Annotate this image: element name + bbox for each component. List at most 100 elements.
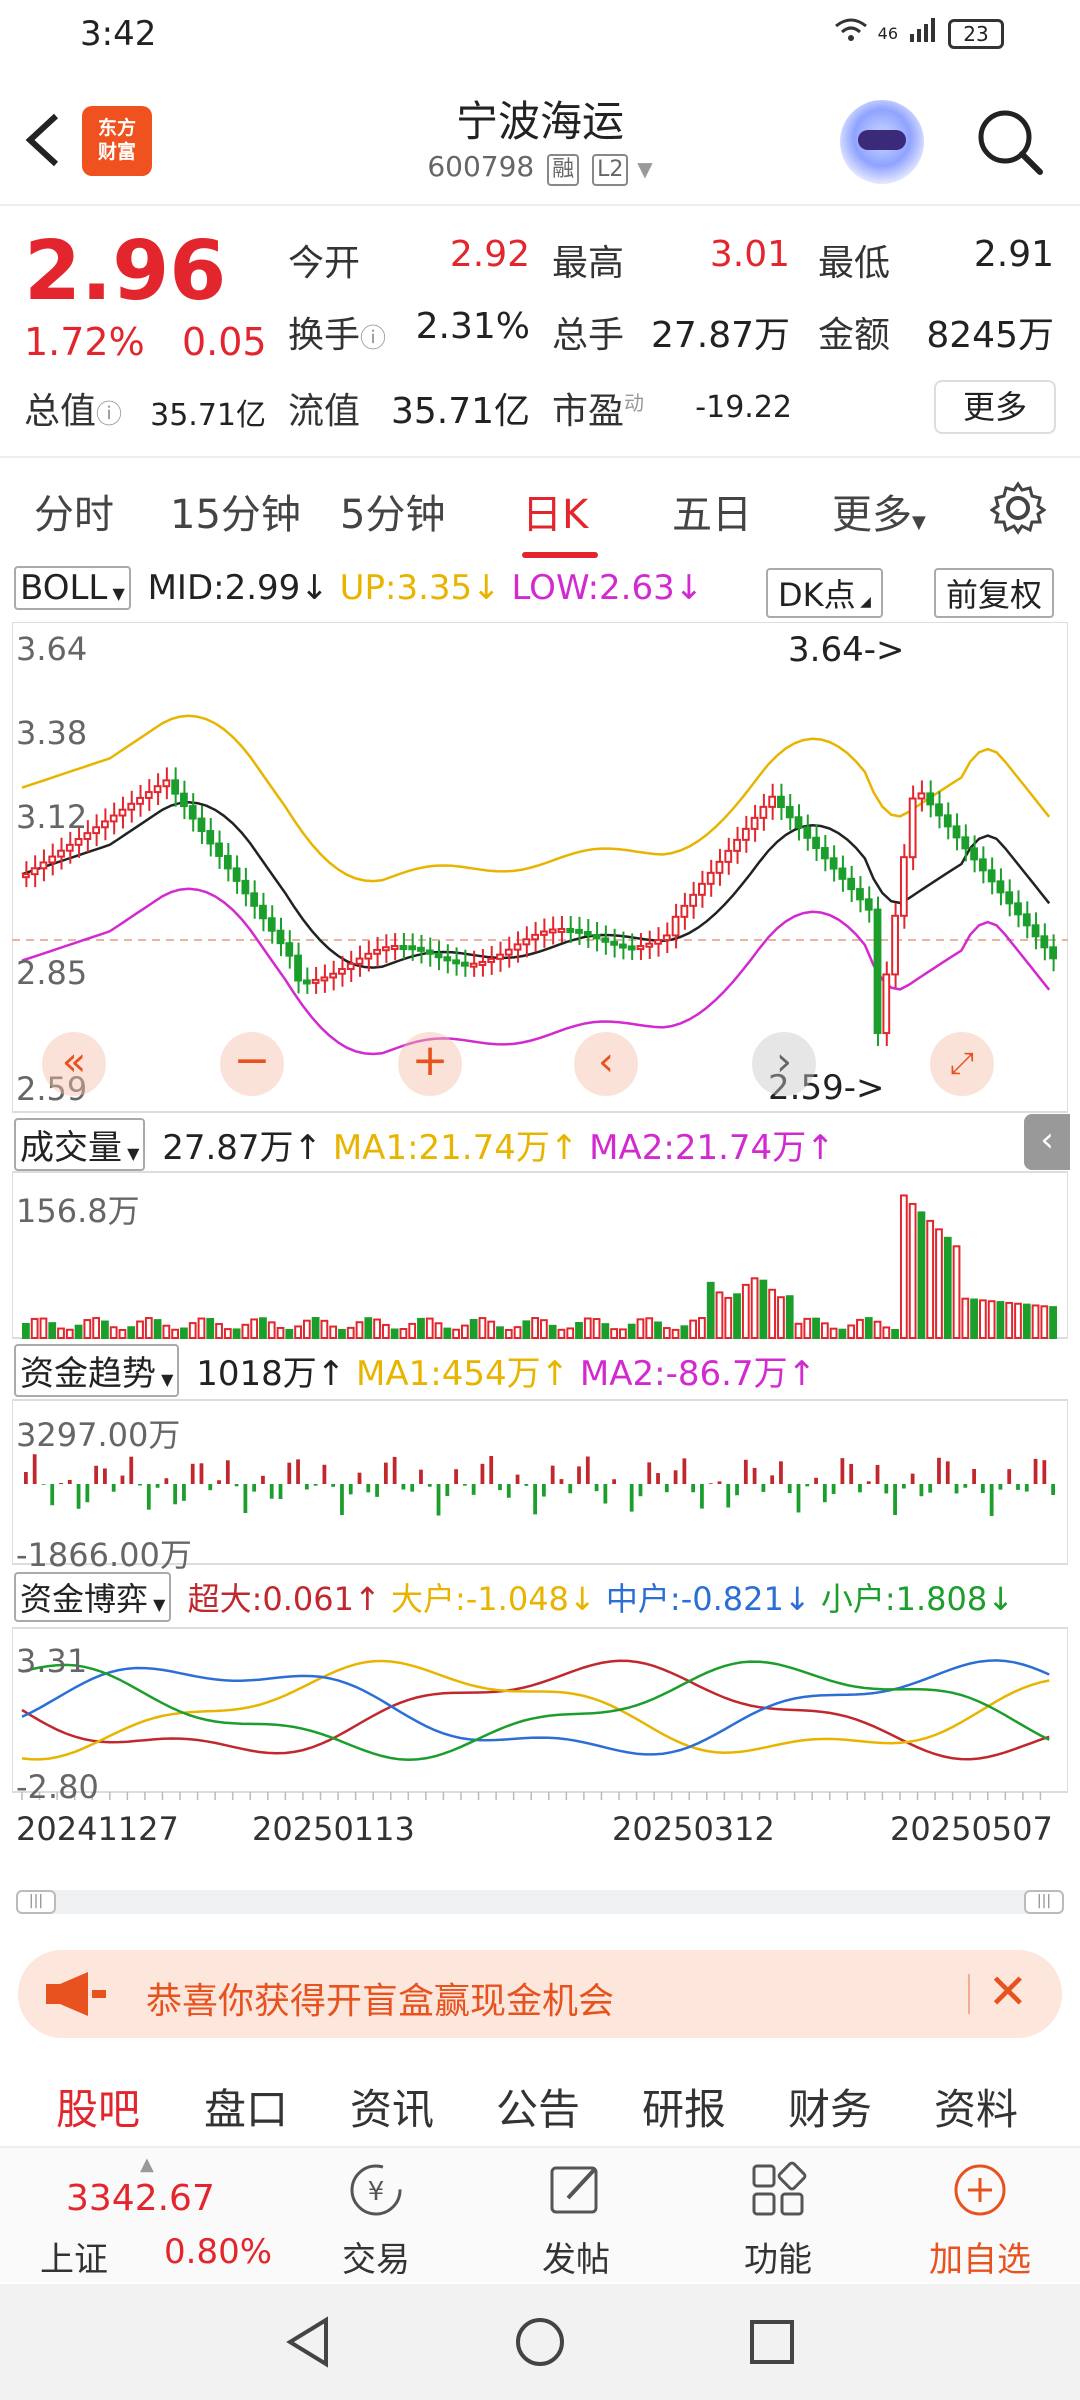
boll-low: LOW:2.63↓ [511,568,704,608]
post-button[interactable]: 发帖 [506,2158,646,2281]
fund-game-selector[interactable]: 资金博弈 ▼ [14,1572,172,1622]
fund-trend-bar [252,1484,257,1492]
kline-candle [487,957,496,963]
close-icon[interactable]: ✕ [988,1964,1028,2020]
zoom-in-button[interactable]: + [398,1032,462,1096]
tab-finance[interactable]: 财务 [788,2076,872,2137]
kline-candle [285,942,294,957]
price-axis-label: 3.64 [16,630,88,668]
fund-trend-bar [875,1464,880,1484]
fund-trend-bar [94,1465,99,1484]
trade-button[interactable]: ¥ 交易 [306,2158,446,2281]
volume-bar [566,1327,575,1339]
volume-bar [812,1317,820,1340]
info-icon[interactable]: ⓘ [96,400,122,430]
fund-trend-bar [647,1462,652,1484]
kline-candle [566,927,575,933]
promo-banner[interactable]: 恭喜你获得开盲盒赢现金机会 ✕ [18,1950,1062,2038]
add-watchlist-button[interactable]: 加自选 [910,2158,1050,2281]
assistant-avatar[interactable] [840,100,924,184]
nav-back-icon[interactable] [280,2314,336,2374]
scroll-handle-right[interactable]: ||| [1024,1890,1064,1914]
fund-trend-bar [190,1463,195,1484]
tab-news[interactable]: 资讯 [350,2076,434,2137]
dk-point-button[interactable]: DK点 ◢ [766,568,883,618]
volume-bar [689,1319,698,1339]
fund-trend-bar [1024,1484,1029,1492]
adjust-button[interactable]: 前复权 [934,568,1055,618]
info-icon[interactable]: ⓘ [360,324,386,354]
volume-label: 总手 [552,315,625,356]
fund-trend-selector[interactable]: 资金趋势 ▼ [14,1344,180,1397]
prev-button[interactable]: ‹ [574,1032,638,1096]
volume-bar [636,1318,645,1339]
index-ticker[interactable]: ▲ 3342.67 上证 0.80% [20,2154,280,2280]
fund-trend-bar [858,1484,862,1493]
fund-trend-bar [805,1484,810,1487]
kline-candle [548,928,557,934]
kline-candle [478,960,487,966]
function-button[interactable]: 功能 [708,2158,848,2281]
fund-trend-bar [866,1481,871,1484]
kline-candle [127,802,136,811]
kline-candle [267,917,276,932]
kline-candle [408,945,417,951]
fund-trend-bar [1033,1458,1038,1484]
tab-orderbook[interactable]: 盘口 [204,2076,288,2137]
collapse-panel-button[interactable]: ‹ [1024,1114,1070,1170]
volume-bar [153,1319,162,1339]
volume-bar [320,1319,329,1339]
kline-candle [417,946,425,952]
more-button[interactable]: 更多 [934,380,1056,434]
scroll-handle-left[interactable]: ||| [16,1890,56,1914]
tab-more[interactable]: 更多▼ [832,482,926,540]
fund-trend-bar [392,1456,397,1484]
nav-home-icon[interactable] [512,2314,568,2374]
tab-daily-k[interactable]: 日K [522,482,588,540]
next-button[interactable]: › [752,1032,816,1096]
stock-header: 东方 财富 宁波海运 600798 融 L2 ▼ [0,72,1080,206]
fund-trend-bar [419,1469,423,1484]
settings-gear-icon[interactable] [989,480,1047,546]
volume-bar [645,1317,654,1340]
kline-chart-area[interactable]: BOLL ▼ MID:2.99↓ UP:3.35↓ LOW:2.63↓ DK点 … [0,562,1080,1914]
tab-research[interactable]: 研报 [642,2076,726,2137]
tab-announcements[interactable]: 公告 [496,2076,580,2137]
volume-bar [311,1317,320,1340]
open-label: 今开 [288,243,361,284]
nav-recent-icon[interactable] [744,2314,800,2374]
boll-selector[interactable]: BOLL ▼ [14,566,131,610]
volume-bar [610,1328,619,1339]
volume-bar [39,1317,48,1339]
volume-bar [188,1322,197,1339]
fund-game-panel-frame [12,1627,1068,1793]
tab-5min[interactable]: 5分钟 [340,482,445,540]
tab-forum[interactable]: 股吧 [56,2076,140,2137]
zoom-out-button[interactable]: − [220,1032,284,1096]
chart-scrollbar[interactable]: ||| ||| [16,1890,1064,1914]
tab-profile[interactable]: 资料 [934,2076,1018,2137]
tab-15min[interactable]: 15分钟 [170,482,301,540]
volume-bar [197,1317,206,1340]
fund-trend-bar [480,1463,485,1484]
kline-candle [180,792,188,808]
tab-intraday[interactable]: 分时 [34,482,114,540]
fund-trend-bar [401,1484,406,1490]
fund-trend-bar [208,1484,213,1491]
volume-bar [873,1320,882,1339]
volume-ma2: MA2:21.74万↑ [589,1128,835,1168]
index-name: 上证 [40,2240,108,2280]
tab-five-day[interactable]: 五日 [672,482,752,540]
volume-bar [741,1283,750,1340]
search-icon[interactable] [974,106,1046,178]
kline-candle [469,962,478,968]
kline-candle [22,873,30,879]
fund-trend-bar [471,1484,476,1495]
volume-bar [583,1317,592,1340]
bottom-toolbar: ▲ 3342.67 上证 0.80% ¥ 交易 发帖 功能 加自选 [0,2146,1080,2282]
fullscreen-icon[interactable]: ⤢ [930,1032,994,1096]
plus-circle-icon [910,2158,1050,2226]
kline-candle [294,954,302,982]
rewind-button[interactable]: « [42,1032,106,1096]
volume-selector[interactable]: 成交量 ▼ [14,1118,146,1171]
